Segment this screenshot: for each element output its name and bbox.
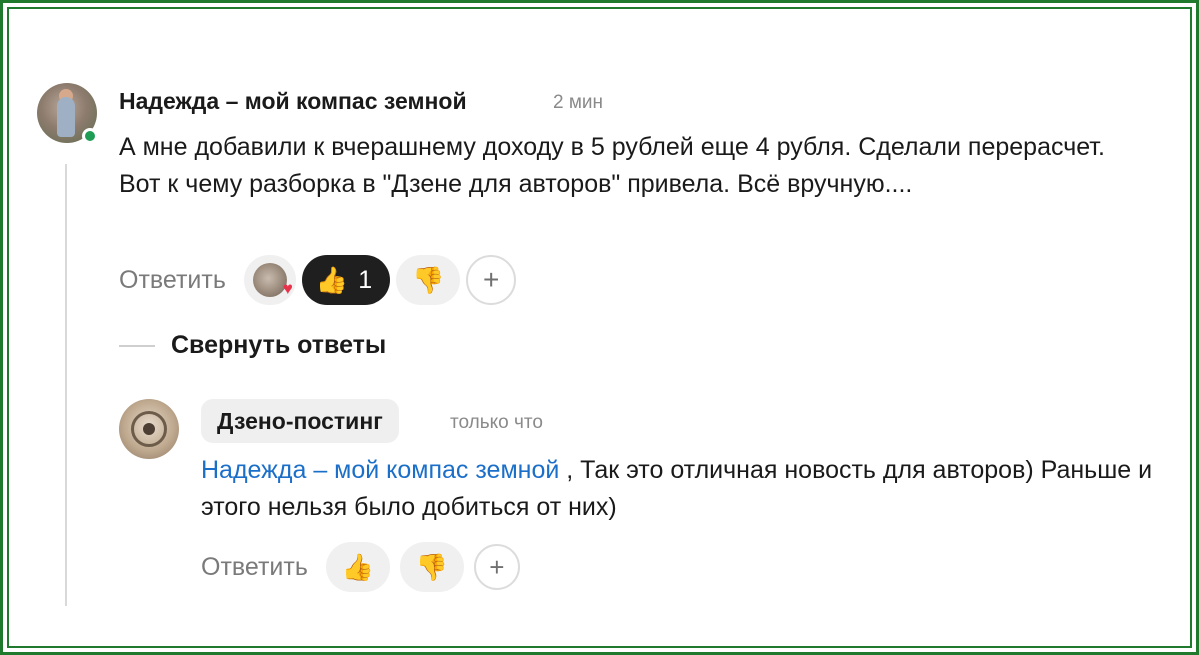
heart-icon: ♥ xyxy=(282,279,293,298)
thumbs-down-icon: 👎 xyxy=(411,265,445,295)
reply-like-button[interactable]: 👍 xyxy=(325,542,390,592)
comment-author[interactable]: Надежда – мой компас земной xyxy=(119,88,467,115)
plus-icon: + xyxy=(482,264,500,295)
like-count: 1 xyxy=(358,265,373,294)
online-status-dot xyxy=(82,128,98,144)
like-reaction-button[interactable]: 👍 1 xyxy=(301,255,391,305)
author-mini-avatar: ♥ xyxy=(252,263,293,298)
plus-icon: + xyxy=(489,551,505,582)
reply-avatar[interactable] xyxy=(119,399,179,459)
thread-line xyxy=(65,164,67,606)
comment-actions: Ответить ♥ 👍 1 👎 + xyxy=(119,255,517,305)
author-heart-reaction[interactable]: ♥ xyxy=(243,255,296,305)
collapse-replies-button[interactable]: Свернуть ответы xyxy=(171,331,386,360)
comment-time: 2 мин xyxy=(553,92,604,113)
reply-author-badge[interactable]: Дзено-постинг xyxy=(201,399,399,443)
thumbs-up-icon: 👍 xyxy=(341,552,375,582)
dislike-reaction-button[interactable]: 👎 xyxy=(396,255,461,305)
reply-dislike-button[interactable]: 👎 xyxy=(399,542,464,592)
reply-reply-button[interactable]: Ответить xyxy=(201,553,308,582)
collapse-divider xyxy=(119,345,155,347)
reply-button[interactable]: Ответить xyxy=(119,266,226,295)
avatar-figure xyxy=(57,97,75,137)
reply-actions: Ответить 👍 👎 + xyxy=(201,542,520,592)
reply-mention-link[interactable]: Надежда – мой компас земной xyxy=(201,456,559,484)
reply-text-block: Надежда – мой компас земной , Так это от… xyxy=(201,452,1161,526)
reply-author: Дзено-постинг xyxy=(217,407,383,434)
reply-time: только что xyxy=(450,412,543,433)
avatar-center xyxy=(143,423,155,435)
add-reaction-button[interactable]: + xyxy=(466,255,517,305)
thumbs-up-icon: 👍 xyxy=(315,265,349,295)
thumbs-down-icon: 👎 xyxy=(415,552,449,582)
comment-text: А мне добавили к вчерашнему доходу в 5 р… xyxy=(119,133,1105,198)
reply-add-reaction-button[interactable]: + xyxy=(473,544,520,590)
